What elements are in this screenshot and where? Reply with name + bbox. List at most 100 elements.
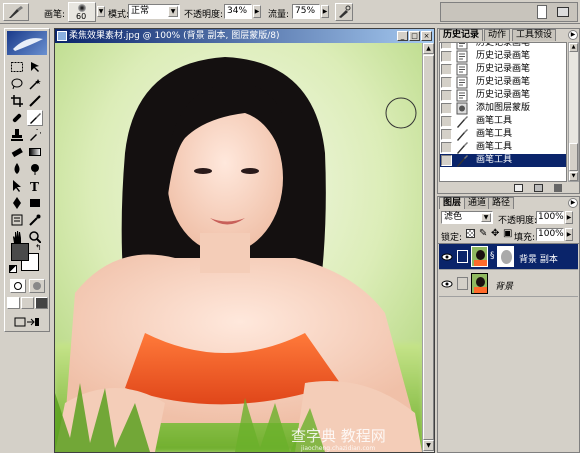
history-item[interactable]: 画笔工具 [440, 128, 566, 141]
path-selection-tool-icon[interactable] [9, 178, 25, 194]
crop-tool-icon[interactable] [9, 93, 25, 109]
healing-brush-tool-icon[interactable] [9, 110, 25, 126]
dodge-tool-icon[interactable] [27, 161, 43, 177]
fill-slider-button[interactable]: ▶ [565, 228, 573, 241]
history-brush-icon [456, 43, 468, 50]
scroll-down-button[interactable]: ▼ [423, 440, 434, 451]
new-document-from-state-icon[interactable] [514, 184, 523, 192]
minimize-button[interactable]: _ [397, 31, 408, 41]
brush-tool-icon[interactable] [27, 110, 43, 126]
history-item[interactable]: 历史记录画笔 [440, 89, 566, 102]
close-button[interactable]: × [421, 31, 432, 41]
eye-icon[interactable] [441, 251, 453, 263]
tab-layers[interactable]: 图层 [439, 197, 466, 209]
tab-channels[interactable]: 通道 [464, 197, 491, 209]
notes-tool-icon[interactable] [9, 212, 25, 228]
scroll-up-button[interactable]: ▲ [423, 43, 434, 54]
lock-pixels-icon[interactable]: ✎ [479, 228, 487, 239]
brush-icon [456, 115, 468, 128]
type-tool-icon[interactable]: T [27, 178, 43, 194]
scroll-up-button[interactable]: ▲ [569, 43, 578, 52]
trash-icon[interactable] [554, 184, 562, 192]
shape-tool-icon[interactable] [27, 195, 43, 211]
pen-tool-icon[interactable] [9, 195, 25, 211]
opacity-input[interactable]: 34% [224, 4, 252, 19]
lock-position-icon[interactable]: ✥ [491, 228, 499, 239]
document-window: 柔焦效果素材.jpg @ 100% (背景 副本, 图层蒙版/8) _ □ × [54, 28, 435, 453]
screen-mode-menu-button[interactable] [21, 297, 34, 309]
scroll-down-button[interactable]: ▼ [569, 172, 578, 181]
document-title-bar[interactable]: 柔焦效果素材.jpg @ 100% (背景 副本, 图层蒙版/8) _ □ × [55, 29, 434, 43]
imageready-jump-button[interactable] [11, 315, 43, 329]
palette-menu-button[interactable]: ▶ [568, 198, 578, 208]
standard-mode-button[interactable] [10, 279, 26, 293]
brush-icon [456, 154, 468, 167]
lock-label: 锁定: [441, 233, 463, 243]
scroll-thumb[interactable] [423, 55, 434, 440]
move-tool-icon[interactable] [27, 59, 43, 75]
flow-slider-button[interactable]: ▶ [321, 5, 329, 18]
layer-opacity-input[interactable]: 100% [536, 211, 564, 224]
history-item[interactable]: 画笔工具 [440, 141, 566, 154]
eyedropper-tool-icon[interactable] [27, 212, 43, 228]
eye-icon[interactable] [441, 278, 453, 290]
gradient-tool-icon[interactable] [27, 144, 43, 160]
vertical-scrollbar[interactable]: ▲ ▼ [422, 43, 434, 452]
mode-select[interactable]: 正常 ▼ [128, 4, 180, 19]
layer-mask-thumbnail[interactable] [497, 246, 514, 267]
tool-preset-picker[interactable] [3, 3, 29, 21]
flow-input[interactable]: 75% [292, 4, 320, 19]
palette-menu-button[interactable]: ▶ [568, 30, 578, 40]
clone-stamp-tool-icon[interactable] [9, 127, 25, 143]
history-brush-tool-icon[interactable] [27, 127, 43, 143]
new-snapshot-icon[interactable] [534, 184, 543, 192]
history-item[interactable]: 历史记录画笔 [440, 76, 566, 89]
screen-mode-full-button[interactable] [35, 297, 48, 309]
layer-link-slot[interactable] [457, 277, 468, 290]
lasso-tool-icon[interactable] [9, 76, 25, 92]
magic-wand-tool-icon[interactable] [27, 76, 43, 92]
slice-tool-icon[interactable] [27, 93, 43, 109]
layer-opacity-slider-button[interactable]: ▶ [565, 211, 573, 224]
eraser-tool-icon[interactable] [9, 144, 25, 160]
marquee-tool-icon[interactable] [9, 59, 25, 75]
options-bar: 画笔: 60 ▼ 模式: 正常 ▼ 不透明度: 34% ▶ 流量: 75% ▶ [0, 0, 580, 24]
history-item-selected[interactable]: 画笔工具 [440, 154, 566, 167]
layer-row-background[interactable]: 背景 [439, 271, 578, 297]
brush-dropdown-button[interactable]: ▼ [97, 6, 105, 17]
opacity-slider-button[interactable]: ▶ [253, 5, 261, 18]
brush-label: 画笔: [44, 10, 66, 20]
blend-mode-select[interactable]: 滤色 ▼ [441, 211, 493, 224]
tab-paths[interactable]: 路径 [488, 197, 515, 209]
quick-mask-button[interactable] [29, 279, 45, 293]
history-item[interactable]: 历史记录画笔 [440, 50, 566, 63]
fill-label: 填充: [514, 233, 536, 243]
foreground-color-swatch[interactable] [11, 243, 29, 261]
history-item[interactable]: 添加图层蒙版 [440, 102, 566, 115]
blur-tool-icon[interactable] [9, 161, 25, 177]
history-item[interactable]: 历史记录画笔 [440, 43, 566, 50]
history-item[interactable]: 画笔工具 [440, 115, 566, 128]
chain-link-icon[interactable]: § [490, 251, 495, 261]
history-item[interactable]: 历史记录画笔 [440, 63, 566, 76]
layer-name: 背景 [495, 282, 514, 292]
swap-colors-icon[interactable]: ↰ [35, 243, 42, 252]
tab-actions[interactable]: 动作 [484, 29, 511, 41]
lock-all-icon[interactable]: ▣ [503, 228, 512, 239]
brush-icon [9, 6, 23, 18]
palette-well[interactable] [440, 2, 578, 22]
layer-row-background-copy[interactable]: § 背景 副本 [439, 244, 578, 270]
layer-thumbnail [471, 246, 488, 267]
scroll-thumb[interactable] [569, 143, 578, 171]
brush-picker[interactable]: 60 [68, 2, 96, 22]
airbrush-button[interactable] [335, 3, 353, 21]
fill-input[interactable]: 100% [536, 228, 564, 241]
lock-transparency-icon[interactable] [466, 229, 475, 238]
maximize-button[interactable]: □ [409, 31, 420, 41]
default-colors-icon[interactable] [9, 265, 17, 273]
screen-mode-standard-button[interactable] [7, 297, 20, 309]
history-scrollbar[interactable]: ▲ ▼ [568, 42, 579, 182]
image-canvas[interactable]: 查字典 教程网 jiaocheng.chazidian.com [55, 43, 422, 452]
tab-tool-presets[interactable]: 工具预设 [512, 29, 557, 41]
tab-history[interactable]: 历史记录 [439, 29, 484, 41]
